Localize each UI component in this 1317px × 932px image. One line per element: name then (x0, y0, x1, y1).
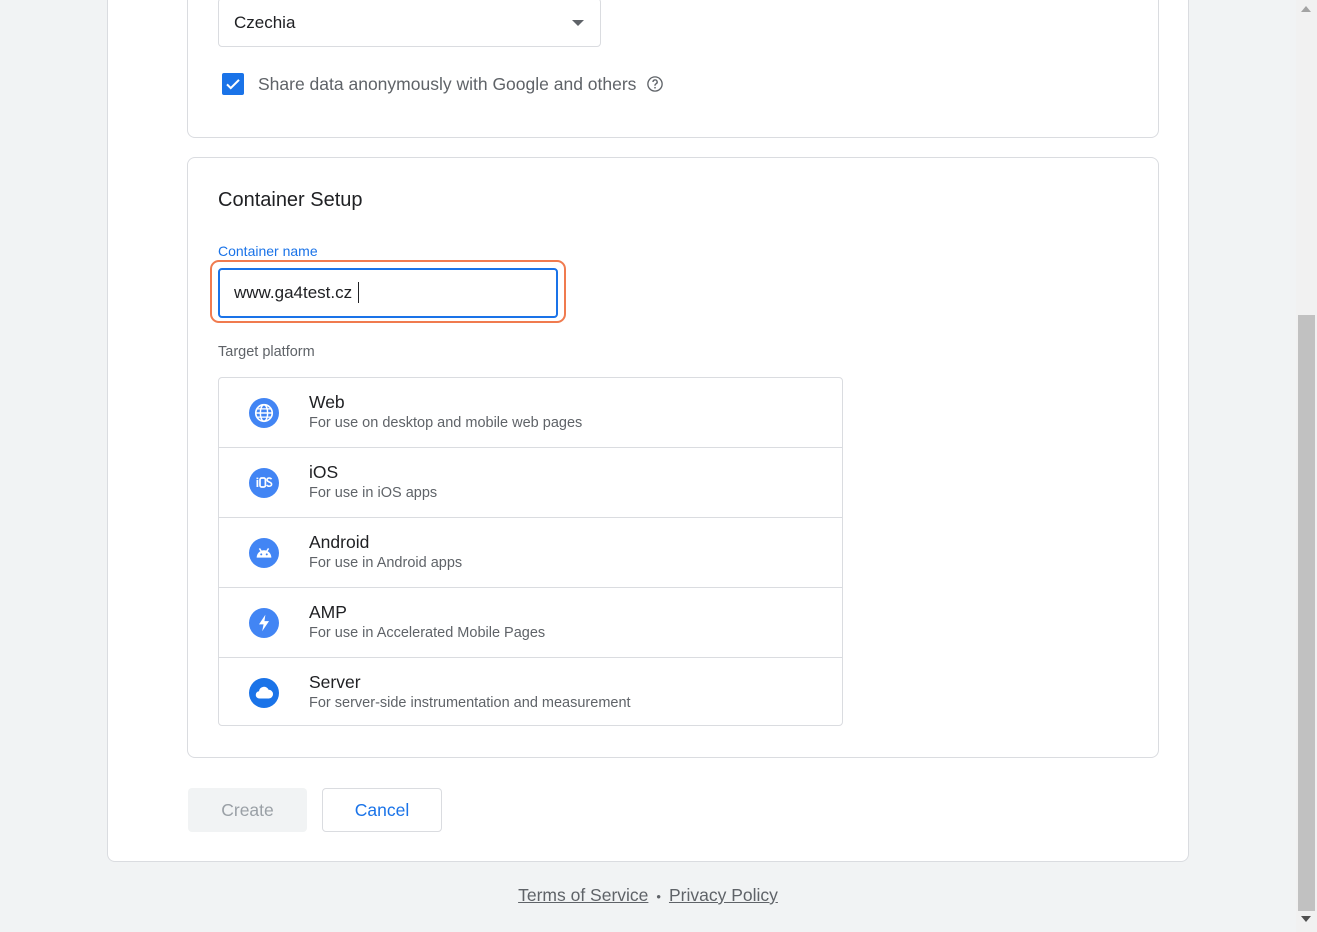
platform-name: Server (309, 672, 361, 692)
target-platform-label: Target platform (218, 344, 315, 360)
help-icon[interactable] (646, 75, 664, 93)
platform-option-ios[interactable]: iOS For use in iOS apps (219, 448, 842, 518)
platform-description: For server-side instrumentation and meas… (309, 695, 631, 711)
privacy-policy-link[interactable]: Privacy Policy (669, 885, 778, 905)
platform-option-web[interactable]: Web For use on desktop and mobile web pa… (219, 378, 842, 448)
terms-of-service-link[interactable]: Terms of Service (518, 885, 648, 905)
share-data-checkbox[interactable] (222, 73, 244, 95)
text-cursor (358, 282, 359, 303)
checkmark-icon (226, 79, 240, 90)
platform-option-amp[interactable]: AMP For use in Accelerated Mobile Pages (219, 588, 842, 658)
globe-icon (249, 398, 279, 428)
scroll-down-arrow-icon[interactable] (1301, 916, 1311, 922)
ios-icon (249, 468, 279, 498)
country-select-value: Czechia (234, 12, 296, 32)
share-data-label: Share data anonymously with Google and o… (258, 73, 637, 94)
android-icon (249, 538, 279, 568)
platform-name: AMP (309, 602, 347, 622)
platform-description: For use in iOS apps (309, 485, 438, 501)
scrollbar-thumb[interactable] (1298, 315, 1315, 911)
cloud-icon (249, 678, 279, 708)
amp-bolt-icon (249, 608, 279, 638)
platform-option-android[interactable]: Android For use in Android apps (219, 518, 842, 588)
container-name-input[interactable] (218, 268, 558, 318)
scroll-up-arrow-icon[interactable] (1301, 6, 1311, 12)
platform-name: Web (309, 392, 345, 412)
country-select[interactable]: Czechia (218, 0, 601, 47)
platform-description: For use in Android apps (309, 555, 463, 571)
chevron-down-icon (572, 20, 584, 26)
cancel-button[interactable]: Cancel (322, 788, 442, 832)
platform-description: For use in Accelerated Mobile Pages (309, 625, 546, 641)
container-name-label: Container name (218, 243, 318, 259)
scrollbar[interactable] (1296, 0, 1317, 932)
platform-description: For use on desktop and mobile web pages (309, 415, 583, 431)
footer: Terms of Service • Privacy Policy (0, 885, 1296, 906)
platform-list: Web For use on desktop and mobile web pa… (218, 377, 843, 726)
create-button[interactable]: Create (188, 788, 307, 832)
footer-separator: • (656, 889, 661, 904)
platform-name: Android (309, 532, 370, 552)
platform-name: iOS (309, 462, 339, 482)
platform-option-server[interactable]: Server For server-side instrumentation a… (219, 658, 842, 726)
section-title: Container Setup (218, 189, 363, 211)
share-data-row: Share data anonymously with Google and o… (222, 72, 664, 96)
